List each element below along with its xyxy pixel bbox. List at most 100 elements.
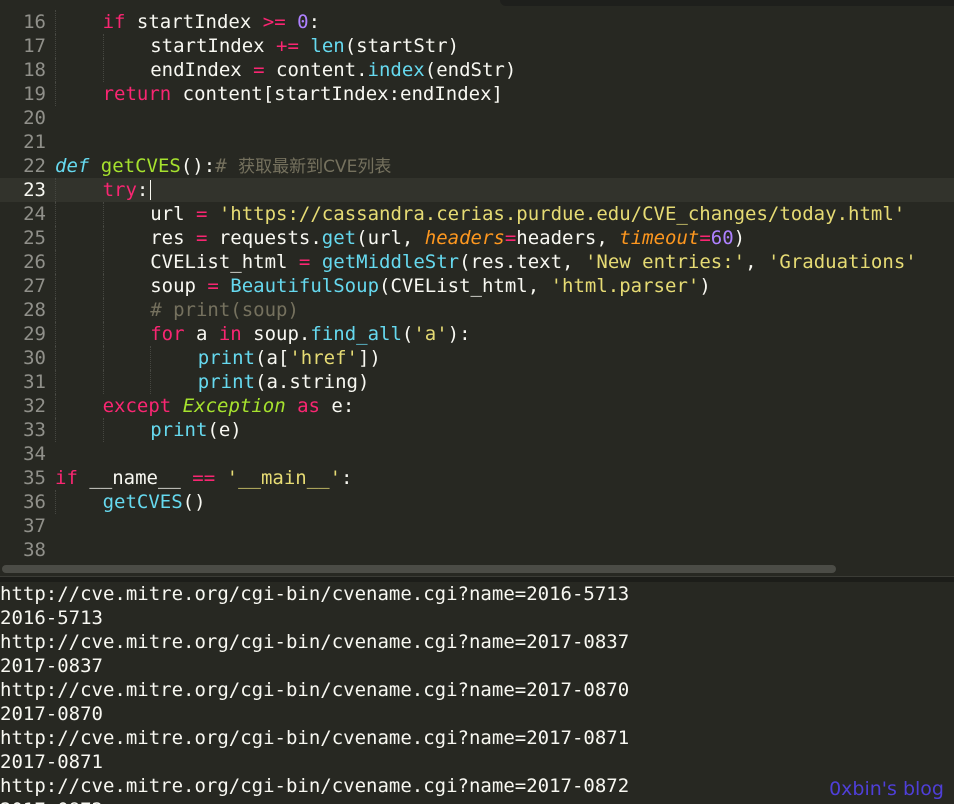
code-line[interactable]: 16 if startIndex >= 0: [0,10,954,34]
horizontal-scrollbar[interactable] [0,562,954,576]
indent-guide [102,250,104,274]
code-line[interactable]: 31 print(a.string) [0,370,954,394]
indent-guide [150,346,152,370]
code-editor[interactable]: 16 if startIndex >= 0: 17 startIndex += len… [0,0,954,562]
indent-guide [55,322,56,346]
indent-guide [55,82,56,106]
line-number: 18 [23,59,46,81]
code-token: headers, [516,227,620,249]
code-line[interactable]: 28 # print(soup) [0,298,954,322]
code-line[interactable]: 29 for a in soup.find_all('a'): [0,322,954,346]
code-line[interactable]: 26 CVEList_html = getMiddleStr(res.text, … [0,250,954,274]
code-token: (url, [356,227,425,249]
code-line[interactable]: 24 url = 'https://cassandra.cerias.purdue… [0,202,954,226]
line-number: 38 [23,539,46,561]
line-number: 23 [23,179,46,201]
code-token: if [55,467,78,489]
scrollbar-thumb[interactable] [2,565,836,573]
code-token: CVEList_html [150,251,299,273]
line-number: 30 [23,347,46,369]
code-line[interactable]: 18 endIndex = content.index(endStr) [0,58,954,82]
indent-guide [55,10,56,34]
code-line[interactable]: 38 [0,538,954,562]
code-line[interactable]: 22 def getCVES():# 获取最新到CVE列表 [0,154,954,178]
indent-guide [55,346,56,370]
code-line[interactable]: 36 getCVES() [0,490,954,514]
code-line[interactable]: 37 [0,514,954,538]
code-token: return [102,83,172,105]
code-token: getMiddleStr [321,251,460,273]
line-number: 37 [23,515,46,537]
code-line[interactable]: 27 soup = BeautifulSoup(CVEList_html, 'ht… [0,274,954,298]
code-token: = [699,227,711,249]
output-url-line: http://cve.mitre.org/cgi-bin/cvename.cgi… [0,727,630,749]
code-line[interactable]: 23 try: [0,178,954,202]
indent-guide [102,322,104,346]
code-token: soup. [241,323,311,345]
code-token: startIndex [150,35,277,57]
indent-guide [55,178,56,202]
code-line[interactable]: 30 print(a['href']) [0,346,954,370]
code-line[interactable]: 19 return content[startIndex:endIndex] [0,82,954,106]
code-text: print(a.string) [198,370,370,394]
code-line[interactable]: 17 startIndex += len(startStr) [0,34,954,58]
code-token: getCVES [102,491,183,513]
code-token: 获取最新到CVE列表 [238,157,392,177]
code-text: if startIndex >= 0: [103,10,320,34]
code-token: ( [401,323,414,345]
code-token: (e) [207,419,242,441]
code-token: startIndex [125,11,263,33]
code-token: (res.text, [459,251,585,273]
output-panel[interactable]: http://cve.mitre.org/cgi-bin/cvename.cgi… [0,582,954,804]
code-line[interactable]: 32 except Exception as e: [0,394,954,418]
code-token: (endStr) [424,59,517,81]
code-token: 'New entries:' [584,251,746,273]
line-number: 16 [23,11,46,33]
code-token: # print(soup) [150,299,299,321]
code-token: timeout [619,227,700,249]
line-number: 32 [23,395,46,417]
code-line[interactable]: 35 if __name__ == '__main__': [0,466,954,490]
code-text: print(a['href']) [198,346,381,370]
indent-guide [55,250,56,274]
line-number: 35 [23,467,46,489]
code-token: url [150,203,196,225]
code-text: startIndex += len(startStr) [150,34,459,58]
code-line[interactable]: 20 [0,106,954,130]
output-url-line: http://cve.mitre.org/cgi-bin/cvename.cgi… [0,583,630,605]
code-line[interactable]: 25 res = requests.get(url, headers=header… [0,226,954,250]
line-number: 34 [23,443,46,465]
code-token: == [192,467,216,489]
code-token: ]) [357,347,381,369]
indent-guide [102,58,104,82]
code-token: as [297,395,320,417]
output-id-line: 2016-5713 [0,607,103,629]
output-id-line: 2017-0837 [0,655,103,677]
code-token: find_all [310,323,402,345]
code-line[interactable]: 21 [0,130,954,154]
code-text: CVEList_html = getMiddleStr(res.text, 'N… [150,250,917,274]
code-token: () [182,491,206,513]
line-number: 28 [23,299,46,321]
code-token: '__main__' [226,467,342,489]
indent-guide [55,274,56,298]
code-token: if [102,11,126,33]
code-token: ): [447,323,471,345]
indent-guide [55,226,56,250]
code-text: url = 'https://cassandra.cerias.purdue.e… [150,202,905,226]
watermark: 0xbin's blog [829,778,944,800]
code-text: print(e) [150,418,242,442]
code-line[interactable]: 33 print(e) [0,418,954,442]
indent-guide [55,298,56,322]
code-text: if __name__ == '__main__': [55,466,352,490]
code-token: in [218,323,242,345]
line-number: 29 [23,323,46,345]
tab-bar-edge [0,0,954,8]
code-line[interactable]: 34 [0,442,954,466]
code-text: res = requests.get(url, headers=headers,… [150,226,745,250]
code-token: 60 [710,227,734,249]
